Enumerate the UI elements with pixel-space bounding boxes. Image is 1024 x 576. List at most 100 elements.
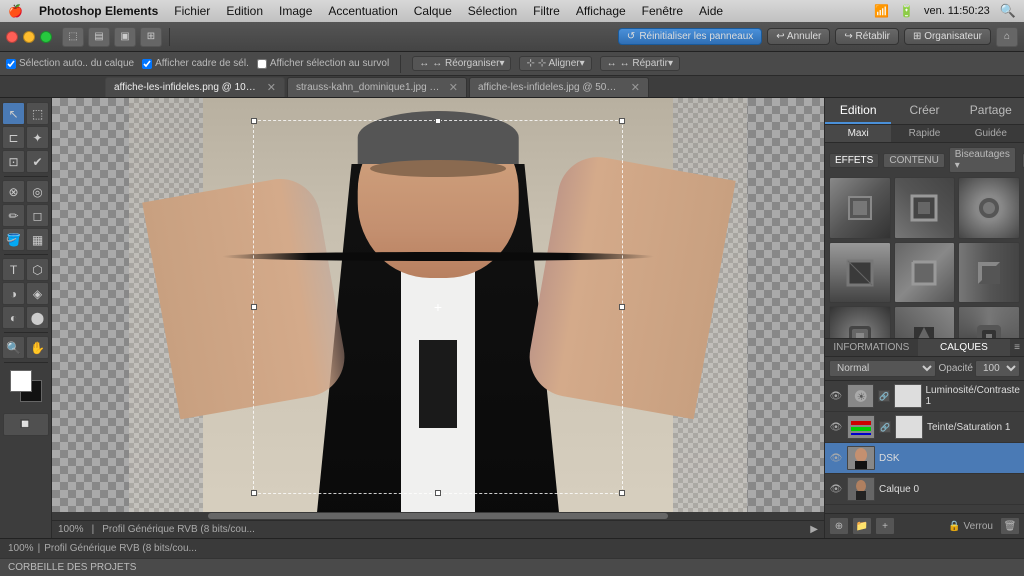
new-adjustment-layer-button[interactable]: ⊕ <box>829 517 849 535</box>
sub-tab-guidee[interactable]: Guidée <box>958 125 1024 142</box>
distribute-button[interactable]: ↔↔ Répartir▾ <box>600 56 680 71</box>
layer-item-3[interactable]: 👁 Calque 0 <box>825 474 1024 505</box>
sub-tab-rapide[interactable]: Rapide <box>891 125 957 142</box>
effect-thumb-7[interactable] <box>829 306 891 338</box>
toolbar-icon-4[interactable]: ⊞ <box>140 27 162 47</box>
statusbar-right-arrow[interactable]: ▶ <box>810 524 818 535</box>
sub-tab-maxi[interactable]: Maxi <box>825 125 891 142</box>
burn-tool[interactable]: ⬤ <box>26 306 49 329</box>
effect-thumb-4[interactable] <box>829 242 891 304</box>
tab-partage[interactable]: Partage <box>958 98 1024 124</box>
menu-fenetre[interactable]: Fenêtre <box>642 4 683 18</box>
layer-visibility-1[interactable]: 👁 <box>829 420 843 434</box>
blur-tool[interactable]: ◑ <box>2 282 25 305</box>
apple-menu[interactable]: 🍎 <box>8 4 23 18</box>
effect-thumb-3[interactable] <box>958 177 1020 239</box>
quick-mask-btn[interactable]: 🔲 <box>3 413 49 436</box>
doc-tab-2[interactable]: affiche-les-infideles.jpg @ 50% (RVB/8*)… <box>469 77 649 97</box>
menu-accentuation[interactable]: Accentuation <box>328 4 397 18</box>
tab-edition[interactable]: Edition <box>825 98 891 124</box>
red-eye-tool[interactable]: ◎ <box>26 180 49 203</box>
effect-thumb-1[interactable] <box>829 177 891 239</box>
effect-thumb-2[interactable] <box>894 177 956 239</box>
toolbar-icon-2[interactable]: ▤ <box>88 27 110 47</box>
undo-button[interactable]: ↩ Annuler <box>767 28 830 45</box>
layer-visibility-2[interactable]: 👁 <box>829 451 843 465</box>
move-tool[interactable]: ↖ <box>2 102 25 125</box>
informations-tab[interactable]: INFORMATIONS <box>825 339 918 356</box>
menu-calque[interactable]: Calque <box>414 4 452 18</box>
effect-thumb-8[interactable] <box>894 306 956 338</box>
minimize-button[interactable] <box>23 31 35 43</box>
effect-thumb-5[interactable] <box>894 242 956 304</box>
layer-link-0[interactable]: 🔗 <box>878 390 890 402</box>
dodge-tool[interactable]: ◐ <box>2 306 25 329</box>
spot-healing-tool[interactable]: ⊗ <box>2 180 25 203</box>
menu-filtre[interactable]: Filtre <box>533 4 560 18</box>
toolbar-icon-3[interactable]: ▣ <box>114 27 136 47</box>
layer-item-2[interactable]: 👁 DSK <box>825 443 1024 474</box>
foreground-color-swatch[interactable] <box>10 370 32 392</box>
biseautages-dropdown[interactable]: Biseautages ▾ <box>949 147 1016 173</box>
tab-creer[interactable]: Créer <box>891 98 957 124</box>
doc-tab-1[interactable]: strauss-kahn_dominique1.jpg @ 100% (Calq… <box>287 77 467 97</box>
toolbar-icon-1[interactable]: ⬚ <box>62 27 84 47</box>
color-swatches[interactable] <box>10 370 42 402</box>
blend-mode-select[interactable]: Normal <box>829 360 936 377</box>
menu-aide[interactable]: Aide <box>699 4 723 18</box>
layer-visibility-3[interactable]: 👁 <box>829 482 843 496</box>
layer-visibility-0[interactable]: 👁 <box>829 389 843 403</box>
tab-close-1[interactable]: ✕ <box>449 81 458 94</box>
maximize-button[interactable] <box>40 31 52 43</box>
opacity-select[interactable]: 100% <box>975 360 1020 377</box>
canvas-content[interactable]: + <box>52 98 824 538</box>
menu-edition[interactable]: Edition <box>226 4 263 18</box>
search-icon[interactable]: 🔍 <box>1000 3 1016 19</box>
new-layer-button[interactable]: + <box>875 517 895 535</box>
lasso-tool[interactable]: ⊏ <box>2 126 25 149</box>
auto-select-layer-checkbox[interactable]: Sélection auto.. du calque <box>6 58 134 69</box>
tab-close-2[interactable]: ✕ <box>631 81 640 94</box>
new-group-button[interactable]: 📁 <box>852 517 872 535</box>
calques-tab[interactable]: CALQUES <box>918 339 1011 356</box>
paint-bucket-tool[interactable]: 🪣 <box>2 228 25 251</box>
doc-tab-0[interactable]: affiche-les-infideles.png @ 100% (DSK, R… <box>105 77 285 97</box>
text-tool[interactable]: T <box>2 258 25 281</box>
content-tab[interactable]: CONTENU <box>883 153 944 168</box>
zoom-tool[interactable]: 🔍 <box>2 336 25 359</box>
tool-row-2: ⊏ ✦ <box>2 126 49 149</box>
gradient-tool[interactable]: ▦ <box>26 228 49 251</box>
effect-thumb-9[interactable] <box>958 306 1020 338</box>
show-selection-frame-checkbox[interactable]: Afficher cadre de sél. <box>142 58 249 69</box>
menu-fichier[interactable]: Fichier <box>174 4 210 18</box>
effect-thumb-6[interactable] <box>958 242 1020 304</box>
effects-tab[interactable]: EFFETS <box>829 153 879 168</box>
align-button[interactable]: ⊹⊹ Aligner▾ <box>519 56 591 71</box>
home-icon[interactable]: ⌂ <box>996 27 1018 47</box>
sharpen-tool[interactable]: ◈ <box>26 282 49 305</box>
menu-image[interactable]: Image <box>279 4 312 18</box>
marquee-tool[interactable]: ⬚ <box>26 102 49 125</box>
tab-close-0[interactable]: ✕ <box>267 81 276 94</box>
hand-tool[interactable]: ✋ <box>26 336 49 359</box>
layers-panel-options[interactable]: ≡ <box>1010 339 1024 356</box>
crop-tool[interactable]: ⊡ <box>2 150 25 173</box>
shape-tool[interactable]: ⬡ <box>26 258 49 281</box>
reset-panels-button[interactable]: ↺Réinitialiser les panneaux <box>618 28 762 45</box>
brush-tool[interactable]: ✏ <box>2 204 25 227</box>
magic-wand-tool[interactable]: ✦ <box>26 126 49 149</box>
layer-link-1[interactable]: 🔗 <box>879 421 891 433</box>
organizer-button[interactable]: ⊞ Organisateur <box>904 28 991 45</box>
layer-item-0[interactable]: 👁 ☀ 🔗 Luminosité/Contraste 1 <box>825 381 1024 412</box>
close-button[interactable] <box>6 31 18 43</box>
menu-affichage[interactable]: Affichage <box>576 4 626 18</box>
delete-layer-button[interactable]: 🗑 <box>1000 517 1020 535</box>
reorganize-button[interactable]: ↔↔ Réorganiser▾ <box>412 56 511 71</box>
menu-selection[interactable]: Sélection <box>468 4 517 18</box>
layer-item-1[interactable]: 👁 🔗 Teinte/Saturation 1 <box>825 412 1024 443</box>
eyedropper-tool[interactable]: ✔ <box>26 150 49 173</box>
redo-button[interactable]: ↪ Rétablir <box>835 28 899 45</box>
horizontal-scrollbar[interactable] <box>52 512 824 520</box>
show-selection-hover-checkbox[interactable]: Afficher sélection au survol <box>257 58 389 69</box>
eraser-tool[interactable]: ◻ <box>26 204 49 227</box>
